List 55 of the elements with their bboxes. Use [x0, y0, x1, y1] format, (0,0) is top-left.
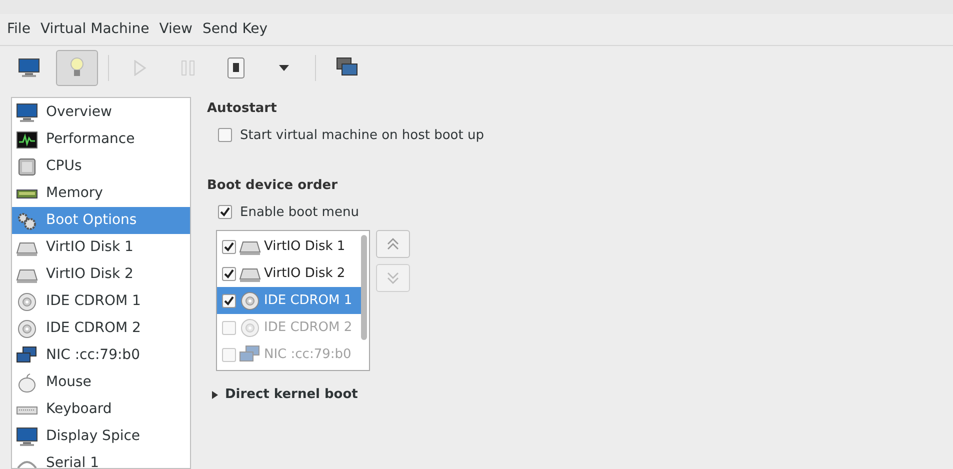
- checkbox-label: Start virtual machine on host boot up: [240, 126, 484, 144]
- sidebar-item[interactable]: VirtIO Disk 2: [12, 261, 190, 288]
- sidebar-item[interactable]: NIC :cc:79:b0: [12, 342, 190, 369]
- sidebar-item[interactable]: Serial 1: [12, 450, 190, 468]
- sidebar-item[interactable]: Keyboard: [12, 396, 190, 423]
- switch-icon: [227, 57, 245, 79]
- play-icon: [133, 60, 147, 76]
- chip-icon: [16, 156, 38, 176]
- menu-item[interactable]: View: [154, 19, 198, 40]
- menu-item[interactable]: File: [2, 19, 36, 40]
- section-heading: Boot device order: [207, 177, 338, 195]
- disc-icon: [239, 318, 261, 338]
- sidebar-item[interactable]: Display Spice: [12, 423, 190, 450]
- sidebar-item[interactable]: VirtIO Disk 1: [12, 234, 190, 261]
- graph-icon: [16, 130, 38, 150]
- sidebar-item[interactable]: IDE CDROM 2: [12, 315, 190, 342]
- monitor-icon: [18, 58, 40, 78]
- checkbox[interactable]: [218, 205, 232, 220]
- sidebar-item[interactable]: Memory: [12, 180, 190, 207]
- sidebar-item[interactable]: Performance: [12, 126, 190, 153]
- gears-icon: [16, 210, 38, 230]
- disc-icon: [239, 290, 261, 310]
- menu-item[interactable]: Send Key: [197, 19, 273, 40]
- checkbox[interactable]: [222, 294, 236, 308]
- monitor-icon: [16, 102, 38, 122]
- checkbox[interactable]: [222, 266, 236, 280]
- checkbox[interactable]: [222, 320, 236, 334]
- expander[interactable]: Direct kernel boot: [211, 385, 953, 404]
- boot-device-row[interactable]: VirtIO Disk 2: [217, 260, 361, 287]
- section-heading: Autostart: [207, 100, 278, 118]
- sidebar-item[interactable]: Mouse: [12, 369, 190, 396]
- checkbox[interactable]: [218, 128, 232, 142]
- scrollbar[interactable]: [361, 235, 367, 340]
- disc-icon: [16, 318, 38, 338]
- menu-item[interactable]: Virtual Machine: [35, 19, 154, 40]
- sidebar-item[interactable]: Overview: [12, 99, 190, 126]
- disc-icon: [16, 292, 38, 312]
- sidebar-item[interactable]: IDE CDROM 1: [12, 288, 190, 315]
- move-up-button[interactable]: [376, 230, 410, 258]
- monitor-icon: [16, 426, 38, 446]
- checkbox[interactable]: [222, 348, 236, 362]
- boot-device-row[interactable]: VirtIO Disk 1: [217, 233, 361, 260]
- network-icon: [16, 346, 38, 366]
- caret-icon: [278, 64, 290, 72]
- pause-icon: [181, 60, 195, 76]
- cable-icon: [16, 458, 38, 468]
- network-icon: [239, 344, 261, 364]
- sidebar-item[interactable]: CPUs: [12, 153, 190, 180]
- bulb-button[interactable]: [56, 50, 98, 86]
- checkbox-label: Enable boot menu: [240, 204, 359, 222]
- mouse-icon: [16, 372, 38, 392]
- collapsed-triangle-icon: [211, 390, 219, 399]
- double-down-chevron-icon: [386, 272, 400, 284]
- double-up-chevron-icon: [386, 238, 400, 250]
- checkbox[interactable]: [222, 240, 236, 254]
